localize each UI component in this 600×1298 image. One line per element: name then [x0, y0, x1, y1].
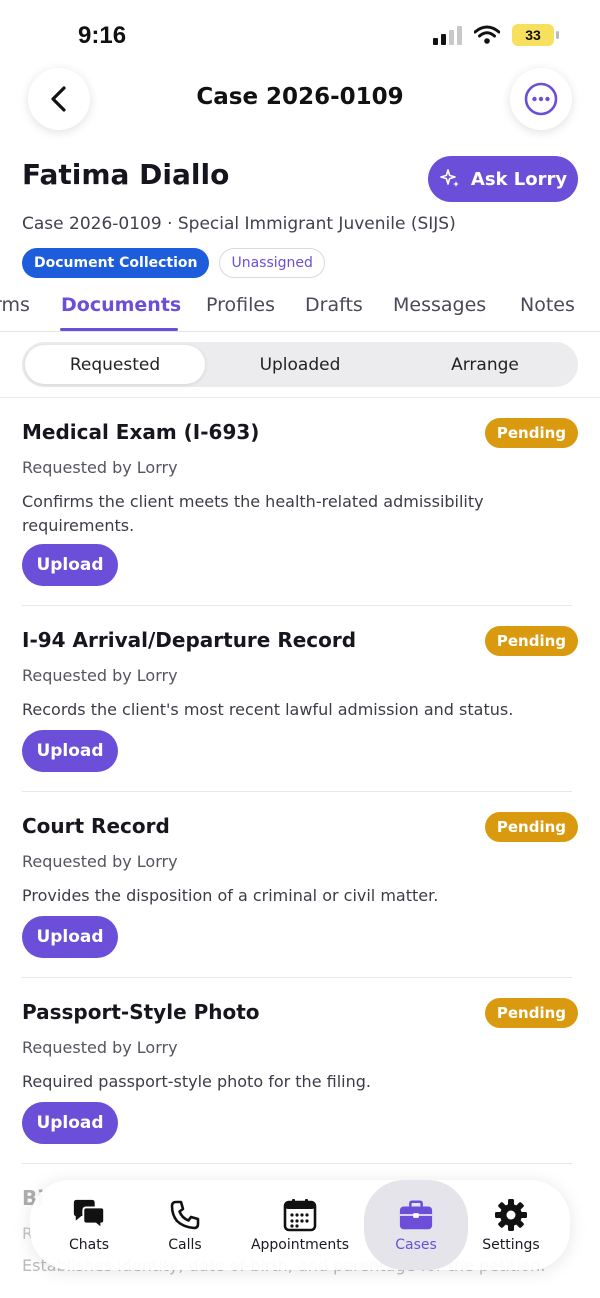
ask-lorry-label: Ask Lorry	[470, 168, 568, 190]
document-filter-segmented: Requested Uploaded Arrange	[22, 342, 578, 387]
tab-cases[interactable]: Cases	[364, 1180, 468, 1270]
tab-chats[interactable]: Chats	[48, 1180, 130, 1270]
phone-icon	[167, 1197, 203, 1233]
status-badge: Pending	[484, 626, 578, 656]
tab-messages[interactable]: Messages	[393, 294, 486, 316]
document-title: Medical Exam (I-693)	[22, 420, 260, 444]
document-title: Court Record	[22, 814, 170, 838]
battery-icon: 33	[512, 24, 559, 46]
nav-bar: Case 2026-0109	[0, 66, 600, 130]
case-tabs: rms Documents Profiles Drafts Messages N…	[0, 286, 600, 332]
assignee-badge[interactable]: Unassigned	[219, 248, 325, 278]
case-badges: Document Collection Unassigned	[22, 248, 325, 278]
active-tab-indicator	[60, 328, 178, 331]
tab-profiles[interactable]: Profiles	[206, 294, 275, 316]
more-dots-icon	[524, 82, 558, 116]
status-bar: 9:16 33	[0, 0, 600, 70]
status-time: 9:16	[78, 22, 127, 49]
tab-label: Chats	[68, 1237, 109, 1253]
requested-by: Requested by Lorry	[22, 852, 178, 871]
status-icons: 33	[433, 24, 559, 46]
tab-label: Appointments	[250, 1237, 350, 1253]
requested-by: Requested by Lorry	[22, 666, 178, 685]
status-badge: Pending	[484, 812, 578, 842]
tab-notes[interactable]: Notes	[520, 294, 575, 316]
sparkle-icon	[440, 169, 459, 187]
tab-settings[interactable]: Settings	[470, 1180, 552, 1270]
upload-button[interactable]: Upload	[22, 730, 118, 772]
tab-documents[interactable]: Documents	[61, 294, 181, 316]
upload-button[interactable]: Upload	[22, 544, 118, 586]
document-description: Required passport-style photo for the fi…	[22, 1072, 371, 1091]
client-name: Fatima Diallo	[22, 158, 230, 191]
document-description: Records the client's most recent lawful …	[22, 700, 514, 719]
requested-by: Requested by Lorry	[22, 1038, 178, 1057]
document-description: Provides the disposition of a criminal o…	[22, 886, 439, 905]
chat-bubbles-icon	[71, 1197, 107, 1233]
tab-label: Calls	[168, 1237, 202, 1253]
tab-label: Settings	[482, 1237, 540, 1253]
tab-calls[interactable]: Calls	[144, 1180, 226, 1270]
status-badge: Pending	[484, 998, 578, 1028]
stage-badge: Document Collection	[22, 248, 210, 278]
upload-button[interactable]: Upload	[22, 916, 118, 958]
calendar-icon	[282, 1197, 318, 1233]
tab-forms[interactable]: rms	[0, 294, 30, 316]
wifi-icon	[474, 25, 500, 44]
tab-label: Cases	[395, 1237, 437, 1253]
battery-level: 33	[525, 27, 541, 43]
gear-icon	[493, 1197, 529, 1233]
tab-appointments[interactable]: Appointments	[240, 1180, 360, 1270]
document-card: I-94 Arrival/Departure Record Pending Re…	[0, 606, 600, 792]
briefcase-icon	[398, 1197, 434, 1233]
tab-drafts[interactable]: Drafts	[305, 294, 363, 316]
cellular-signal-icon	[433, 25, 462, 45]
more-options-button[interactable]	[510, 68, 572, 130]
document-title: Passport-Style Photo	[22, 1000, 260, 1024]
bottom-tab-bar: Chats Calls Appointments Cases Settings	[30, 1180, 570, 1270]
ask-lorry-button[interactable]: Ask Lorry	[428, 156, 578, 202]
document-title: I-94 Arrival/Departure Record	[22, 628, 357, 652]
document-card: Passport-Style Photo Pending Requested b…	[0, 978, 600, 1164]
segment-requested[interactable]: Requested	[25, 345, 205, 384]
segment-arrange[interactable]: Arrange	[395, 345, 575, 384]
document-card: Court Record Pending Requested by Lorry …	[0, 792, 600, 978]
segment-uploaded[interactable]: Uploaded	[210, 345, 390, 384]
upload-button[interactable]: Upload	[22, 1102, 118, 1144]
requested-by: Requested by Lorry	[22, 458, 178, 477]
document-description: Confirms the client meets the health-rel…	[22, 492, 484, 535]
status-badge: Pending	[484, 418, 578, 448]
document-card: Medical Exam (I-693) Pending Requested b…	[0, 398, 600, 606]
case-subtitle: Case 2026-0109 · Special Immigrant Juven…	[22, 214, 456, 234]
